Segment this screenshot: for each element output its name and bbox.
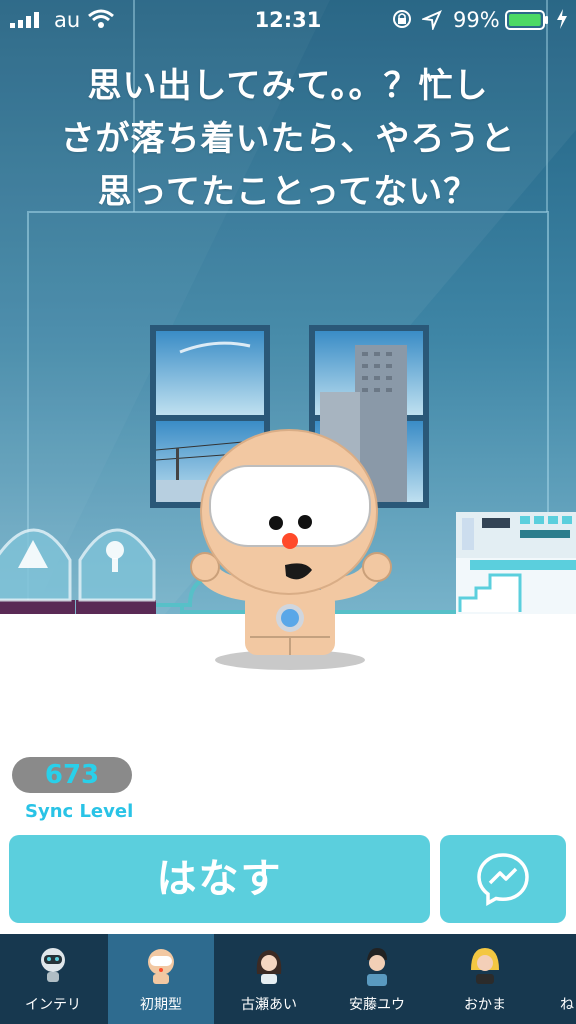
tab-ando-yuu[interactable]: 安藤ユウ: [324, 934, 430, 1024]
messenger-icon: [477, 853, 529, 906]
rotation-lock-icon: [393, 10, 411, 28]
boy-avatar-icon: [367, 948, 387, 986]
tab-label: 古瀬あい: [241, 997, 297, 1013]
charging-bolt-icon: [557, 9, 567, 29]
tab-shokigata[interactable]: 初期型: [108, 934, 214, 1024]
tab-furuse-ai[interactable]: 古瀬あい: [216, 934, 322, 1024]
tab-label: インテリ: [25, 997, 81, 1013]
tab-more[interactable]: ね: [540, 934, 576, 1024]
tab-interi[interactable]: インテリ: [0, 934, 106, 1024]
initial-bot-icon: [148, 949, 174, 984]
tab-bar: インテリ 初期型 古瀬あい 安藤ユウ おかま ね: [0, 934, 576, 1024]
tab-label: おかま: [464, 997, 506, 1013]
tab-okama[interactable]: おかま: [432, 934, 538, 1024]
tab-label: ね: [560, 997, 574, 1013]
battery-icon: [505, 10, 548, 30]
status-bar: au 12:31 99%: [0, 0, 576, 40]
chat-question-text: 思い出してみて。。？忙し さが落ち着いたら、やろうと 思ってたことってない？: [60, 66, 516, 212]
control-panel: [456, 512, 576, 614]
sync-level-label: Sync Level: [25, 801, 134, 822]
tab-label: 安藤ユウ: [349, 997, 405, 1013]
talk-button[interactable]: はなす: [9, 835, 430, 923]
robot-icon: [41, 948, 65, 982]
sync-level-value: 673: [12, 757, 132, 793]
girl-avatar-icon: [256, 950, 282, 984]
location-arrow-icon: [422, 10, 442, 30]
messenger-button[interactable]: [440, 835, 566, 923]
blonde-avatar-icon: [471, 948, 499, 984]
battery-percent: 99%: [453, 8, 500, 32]
tab-label: 初期型: [140, 997, 182, 1013]
